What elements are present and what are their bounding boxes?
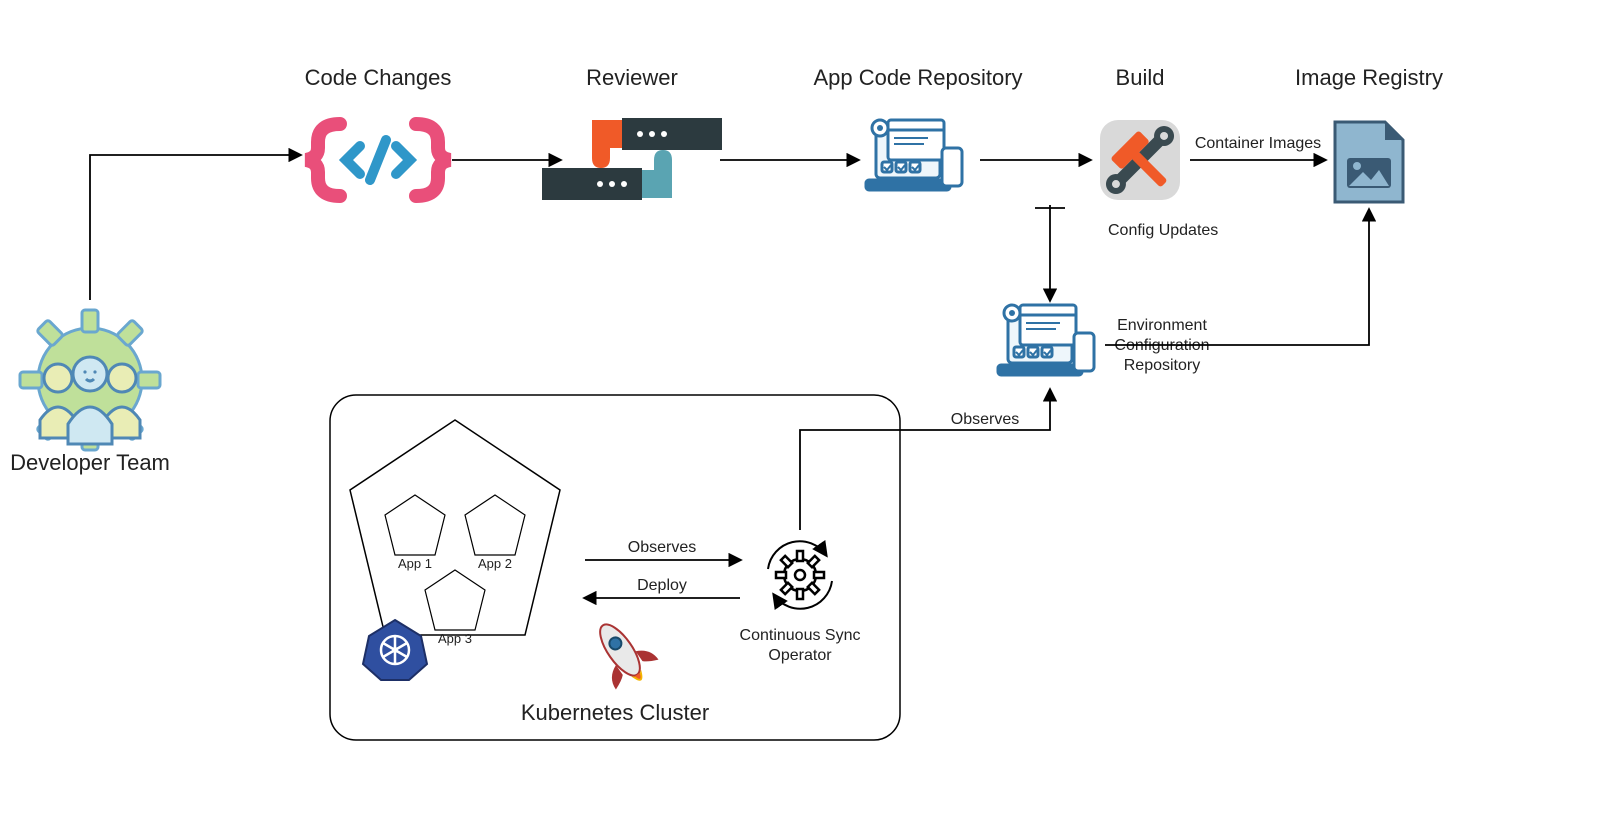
env-repo-label-3: Repository xyxy=(1124,357,1200,374)
app-repo-icon xyxy=(866,120,962,190)
developer-team-icon xyxy=(20,310,160,450)
env-repo-label-1: Environment xyxy=(1117,317,1207,334)
container-images-label: Container Images xyxy=(1195,135,1321,152)
build-label: Build xyxy=(1116,65,1165,90)
kubernetes-icon xyxy=(363,620,427,680)
image-registry-icon xyxy=(1335,122,1403,202)
reviewer-label: Reviewer xyxy=(586,65,678,90)
build-icon xyxy=(1100,120,1180,200)
svg-text:App 3: App 3 xyxy=(438,631,472,646)
env-repo-icon xyxy=(998,305,1094,375)
observes-label-2: Observes xyxy=(628,539,696,556)
deploy-label: Deploy xyxy=(637,577,687,594)
observes-label-1: Observes xyxy=(951,411,1019,428)
config-updates-label: Config Updates xyxy=(1108,222,1218,239)
developer-team-label: Developer Team xyxy=(10,450,170,475)
image-registry-label: Image Registry xyxy=(1295,65,1443,90)
reviewer-icon xyxy=(542,118,722,200)
sync-operator-icon xyxy=(768,541,832,608)
sync-op-label-2: Operator xyxy=(768,647,832,664)
app1-pentagon: App 1 xyxy=(385,495,445,571)
rocket-icon xyxy=(581,611,662,696)
code-changes-label: Code Changes xyxy=(305,65,452,90)
code-changes-icon xyxy=(306,124,450,196)
arrow-dev-to-code xyxy=(90,155,300,300)
svg-text:App 2: App 2 xyxy=(478,556,512,571)
app-repo-label: App Code Repository xyxy=(813,65,1022,90)
app2-pentagon: App 2 xyxy=(465,495,525,571)
sync-op-label-1: Continuous Sync xyxy=(740,627,861,644)
cluster-pentagon xyxy=(350,420,560,635)
svg-text:App 1: App 1 xyxy=(398,556,432,571)
cluster-label: Kubernetes Cluster xyxy=(521,700,709,725)
